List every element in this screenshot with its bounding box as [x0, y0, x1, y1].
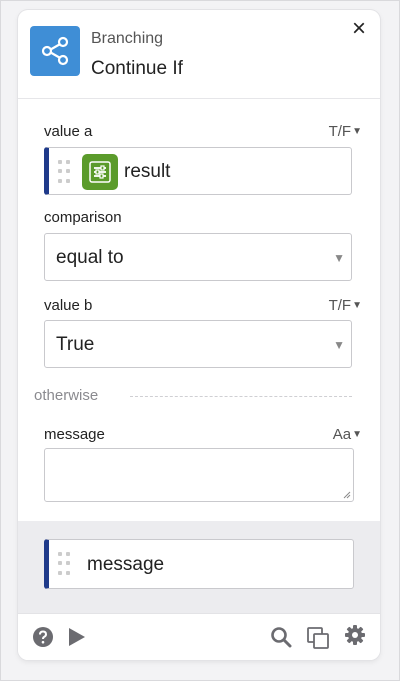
card-header: Branching Continue If × [18, 10, 380, 99]
step-title: Continue If [91, 58, 183, 79]
comparison-value: equal to [56, 247, 124, 268]
value-b-type-select[interactable]: T/F▼ [329, 297, 362, 314]
close-icon[interactable]: × [348, 17, 370, 41]
comparison-select[interactable]: equal to ▼ [44, 233, 352, 281]
value-b-type-label: T/F [328, 297, 352, 314]
value-b-value: True [56, 334, 95, 355]
drag-handle-icon[interactable] [58, 552, 70, 576]
otherwise-label: otherwise [34, 387, 99, 404]
message-label: message [44, 426, 105, 443]
caret-down-icon: ▼ [352, 429, 362, 440]
otherwise-divider [130, 396, 352, 397]
comparison-label: comparison [44, 209, 122, 226]
message-type-select[interactable]: Aa▼ [333, 426, 362, 443]
value-b-label: value b [44, 297, 93, 314]
output-token[interactable]: message [44, 539, 354, 589]
dropdown-arrow-icon: ▼ [333, 338, 345, 352]
resize-handle-icon[interactable] [343, 491, 351, 499]
step-card: Branching Continue If × value a T/F▼ res… [18, 10, 380, 660]
duplicate-icon[interactable] [306, 626, 330, 650]
caret-down-icon: ▼ [352, 300, 362, 311]
card-footer [18, 613, 380, 660]
sliders-icon [82, 154, 118, 190]
search-icon[interactable] [270, 626, 292, 648]
drag-handle-icon[interactable] [58, 160, 70, 184]
value-a-token-label: result [124, 161, 171, 182]
value-b-select[interactable]: True ▼ [44, 320, 352, 368]
value-a-type-select[interactable]: T/F▼ [329, 123, 362, 140]
message-type-label: Aa [332, 426, 352, 443]
step-category: Branching [91, 30, 164, 47]
value-a-field[interactable]: result [44, 147, 352, 195]
value-a-type-label: T/F [328, 123, 352, 140]
share-nodes-icon [30, 26, 80, 76]
play-icon[interactable] [66, 627, 86, 647]
message-textarea[interactable] [44, 448, 354, 502]
output-token-label: message [87, 554, 165, 575]
value-a-label: value a [44, 123, 93, 140]
settings-gear-icon[interactable] [344, 624, 366, 646]
caret-down-icon: ▼ [352, 126, 362, 137]
help-icon[interactable] [32, 626, 54, 648]
dropdown-arrow-icon: ▼ [333, 251, 345, 265]
